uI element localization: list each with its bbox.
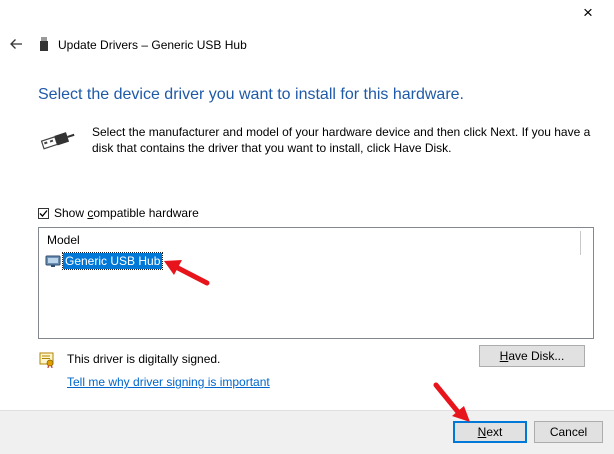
- annotation-arrow-icon: [164, 260, 210, 286]
- signed-driver-certificate-icon: [39, 352, 55, 369]
- scrollbar-thumb[interactable]: [580, 231, 581, 255]
- page-heading: Select the device driver you want to ins…: [38, 86, 464, 103]
- model-list[interactable]: Model Generic USB Hub: [38, 227, 594, 339]
- instruction-text: Select the manufacturer and model of you…: [92, 125, 591, 155]
- driver-signing-info-link[interactable]: Tell me why driver signing is important: [67, 375, 270, 389]
- show-compatible-hardware-row[interactable]: Show compatible hardware: [38, 205, 199, 221]
- list-item[interactable]: Generic USB Hub: [45, 252, 164, 270]
- list-scrollbar[interactable]: [576, 228, 593, 338]
- usb-device-icon: [40, 37, 48, 51]
- signature-status-text: This driver is digitally signed.: [67, 352, 221, 366]
- back-arrow-icon[interactable]: [8, 36, 24, 52]
- usb-plug-icon: [40, 129, 76, 151]
- usb-hub-icon: [45, 254, 61, 268]
- window-title: Update Drivers – Generic USB Hub: [58, 38, 247, 52]
- show-compatible-hardware-label[interactable]: Show compatible hardware: [54, 206, 199, 220]
- model-item-label: Generic USB Hub: [61, 252, 164, 270]
- cancel-button[interactable]: Cancel: [534, 421, 603, 443]
- show-compatible-hardware-checkbox[interactable]: [38, 207, 49, 219]
- close-button[interactable]: ×: [578, 4, 598, 22]
- model-column-header: Model: [47, 233, 80, 247]
- annotation-arrow-icon: [433, 382, 470, 422]
- have-disk-button[interactable]: Have Disk...: [479, 345, 585, 367]
